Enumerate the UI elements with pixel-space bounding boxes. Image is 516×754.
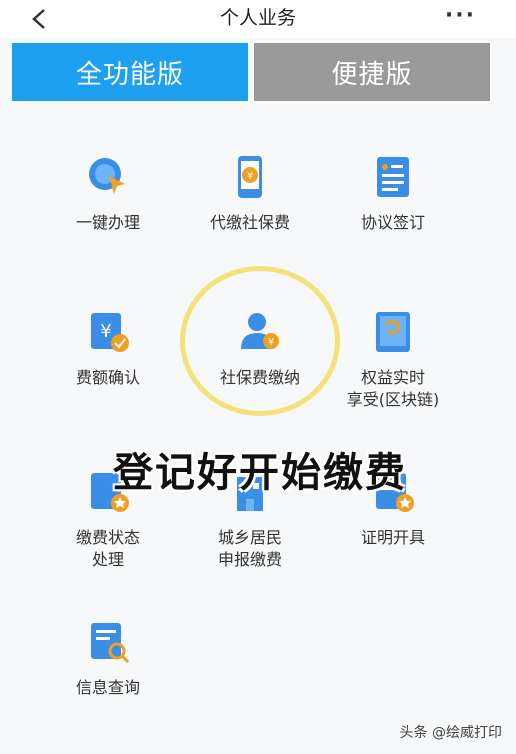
- fee-confirm-icon: ¥: [81, 305, 135, 359]
- service-item-rights-blockchain[interactable]: 权益实时 享受(区块链): [318, 305, 468, 411]
- one-click-icon: [81, 150, 135, 204]
- service-label: 信息查询: [75, 678, 140, 697]
- service-label: 缴费状态 处理: [75, 528, 140, 569]
- service-label: 一键办理: [75, 213, 140, 232]
- service-item-proxy-payment[interactable]: ¥ 代缴社保费: [175, 150, 325, 234]
- phone-payment-icon: ¥: [223, 150, 277, 204]
- service-label: 费额确认: [75, 368, 140, 387]
- watermark: 头条 @绘威打印: [399, 725, 502, 741]
- service-label: 证明开具: [360, 528, 425, 547]
- service-label: 城乡居民 申报缴费: [217, 528, 282, 569]
- service-label: 权益实时 享受(区块链): [346, 368, 440, 409]
- svg-text:¥: ¥: [100, 321, 111, 342]
- overlay-caption: 登记好开始缴费: [113, 450, 407, 496]
- service-item-info-query[interactable]: 信息查询: [33, 615, 183, 699]
- service-item-fee-confirm[interactable]: ¥ 费额确认: [33, 305, 183, 389]
- blockchain-book-icon: [366, 305, 420, 359]
- document-icon: [366, 150, 420, 204]
- hand-drawn-highlight-circle: [180, 266, 340, 416]
- service-label: 协议签订: [360, 213, 425, 232]
- service-item-agreement[interactable]: 协议签订: [318, 150, 468, 234]
- service-label: 代缴社保费: [209, 213, 290, 232]
- svg-text:¥: ¥: [247, 171, 253, 182]
- info-search-icon: [81, 615, 135, 669]
- service-item-one-click[interactable]: 一键办理: [33, 150, 183, 234]
